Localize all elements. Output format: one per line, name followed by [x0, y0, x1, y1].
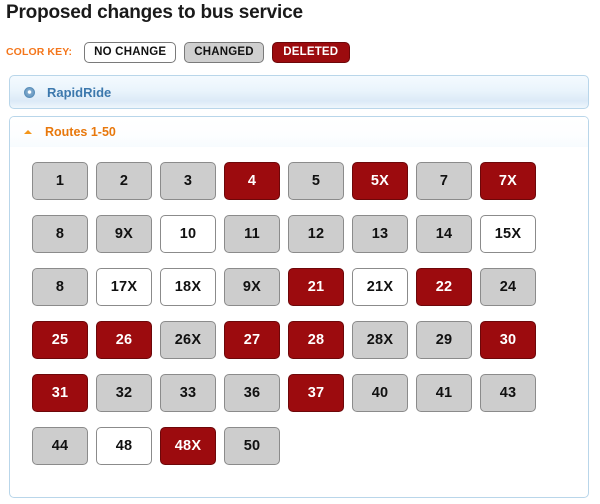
section-title-rapidride: RapidRide: [47, 84, 112, 100]
section-header-routes-1-50[interactable]: Routes 1-50: [10, 117, 588, 147]
route-chip-9x[interactable]: 9X: [96, 215, 152, 253]
route-chip-50[interactable]: 50: [224, 427, 280, 465]
route-chip-48[interactable]: 48: [96, 427, 152, 465]
route-chip-21[interactable]: 21: [288, 268, 344, 306]
route-chip-29[interactable]: 29: [416, 321, 472, 359]
route-row: 25 26 26X 27 28 28X 29 30: [32, 321, 588, 359]
route-chip-5x[interactable]: 5X: [352, 162, 408, 200]
route-chip-21x[interactable]: 21X: [352, 268, 408, 306]
route-chip-3[interactable]: 3: [160, 162, 216, 200]
section-header-rapidride[interactable]: RapidRide: [9, 75, 589, 109]
route-chip-28[interactable]: 28: [288, 321, 344, 359]
route-row: 8 17X 18X 9X 21 21X 22 24: [32, 268, 588, 306]
route-chip-10[interactable]: 10: [160, 215, 216, 253]
route-chip-44[interactable]: 44: [32, 427, 88, 465]
route-chip-43[interactable]: 43: [480, 374, 536, 412]
page-title: Proposed changes to bus service: [6, 2, 303, 23]
route-chip-5[interactable]: 5: [288, 162, 344, 200]
route-chip-25[interactable]: 25: [32, 321, 88, 359]
route-chip-41[interactable]: 41: [416, 374, 472, 412]
color-key-chip-changed: CHANGED: [184, 41, 264, 63]
route-chip-24[interactable]: 24: [480, 268, 536, 306]
route-grid: 1 2 3 4 5 5X 7 7X 8 9X 10 11 12 13 14 15X 8 17X 18X 9X 21 21X…: [10, 147, 588, 465]
color-key-chip-deleted: DELETED: [271, 41, 350, 63]
route-row: 1 2 3 4 5 5X 7 7X: [32, 162, 588, 200]
route-chip-17x[interactable]: 17X: [96, 268, 152, 306]
route-chip-11[interactable]: 11: [224, 215, 280, 253]
route-chip-40[interactable]: 40: [352, 374, 408, 412]
route-chip-14[interactable]: 14: [416, 215, 472, 253]
route-chip-12[interactable]: 12: [288, 215, 344, 253]
route-chip-28x[interactable]: 28X: [352, 321, 408, 359]
route-chip-1[interactable]: 1: [32, 162, 88, 200]
route-row: 31 32 33 36 37 40 41 43: [32, 374, 588, 412]
caret-up-icon: [24, 130, 32, 134]
route-chip-27[interactable]: 27: [224, 321, 280, 359]
route-chip-9x[interactable]: 9X: [224, 268, 280, 306]
color-key: COLOR KEY: NO CHANGE CHANGED DELETED: [6, 40, 358, 64]
disc-icon: [24, 86, 35, 98]
route-chip-36[interactable]: 36: [224, 374, 280, 412]
route-row: 44 48 48X 50: [32, 427, 588, 465]
route-chip-7x[interactable]: 7X: [480, 162, 536, 200]
route-chip-7[interactable]: 7: [416, 162, 472, 200]
page-root: Proposed changes to bus service COLOR KE…: [0, 0, 600, 504]
route-chip-18x[interactable]: 18X: [160, 268, 216, 306]
route-chip-31[interactable]: 31: [32, 374, 88, 412]
route-chip-30[interactable]: 30: [480, 321, 536, 359]
route-chip-32[interactable]: 32: [96, 374, 152, 412]
color-key-label: COLOR KEY:: [6, 46, 73, 58]
color-key-chip-no-change: NO CHANGE: [84, 41, 177, 63]
route-chip-33[interactable]: 33: [160, 374, 216, 412]
route-chip-26x[interactable]: 26X: [160, 321, 216, 359]
route-chip-15x[interactable]: 15X: [480, 215, 536, 253]
route-chip-8[interactable]: 8: [32, 268, 88, 306]
route-chip-13[interactable]: 13: [352, 215, 408, 253]
section-panel-routes-1-50: Routes 1-50 1 2 3 4 5 5X 7 7X 8 9X 10 11 12 13 14 15X 8 1…: [9, 116, 589, 498]
route-chip-26[interactable]: 26: [96, 321, 152, 359]
route-chip-48x[interactable]: 48X: [160, 427, 216, 465]
route-chip-37[interactable]: 37: [288, 374, 344, 412]
route-row: 8 9X 10 11 12 13 14 15X: [32, 215, 588, 253]
section-title-routes-1-50: Routes 1-50: [45, 125, 116, 139]
route-chip-22[interactable]: 22: [416, 268, 472, 306]
route-chip-4[interactable]: 4: [224, 162, 280, 200]
route-chip-2[interactable]: 2: [96, 162, 152, 200]
route-chip-8[interactable]: 8: [32, 215, 88, 253]
